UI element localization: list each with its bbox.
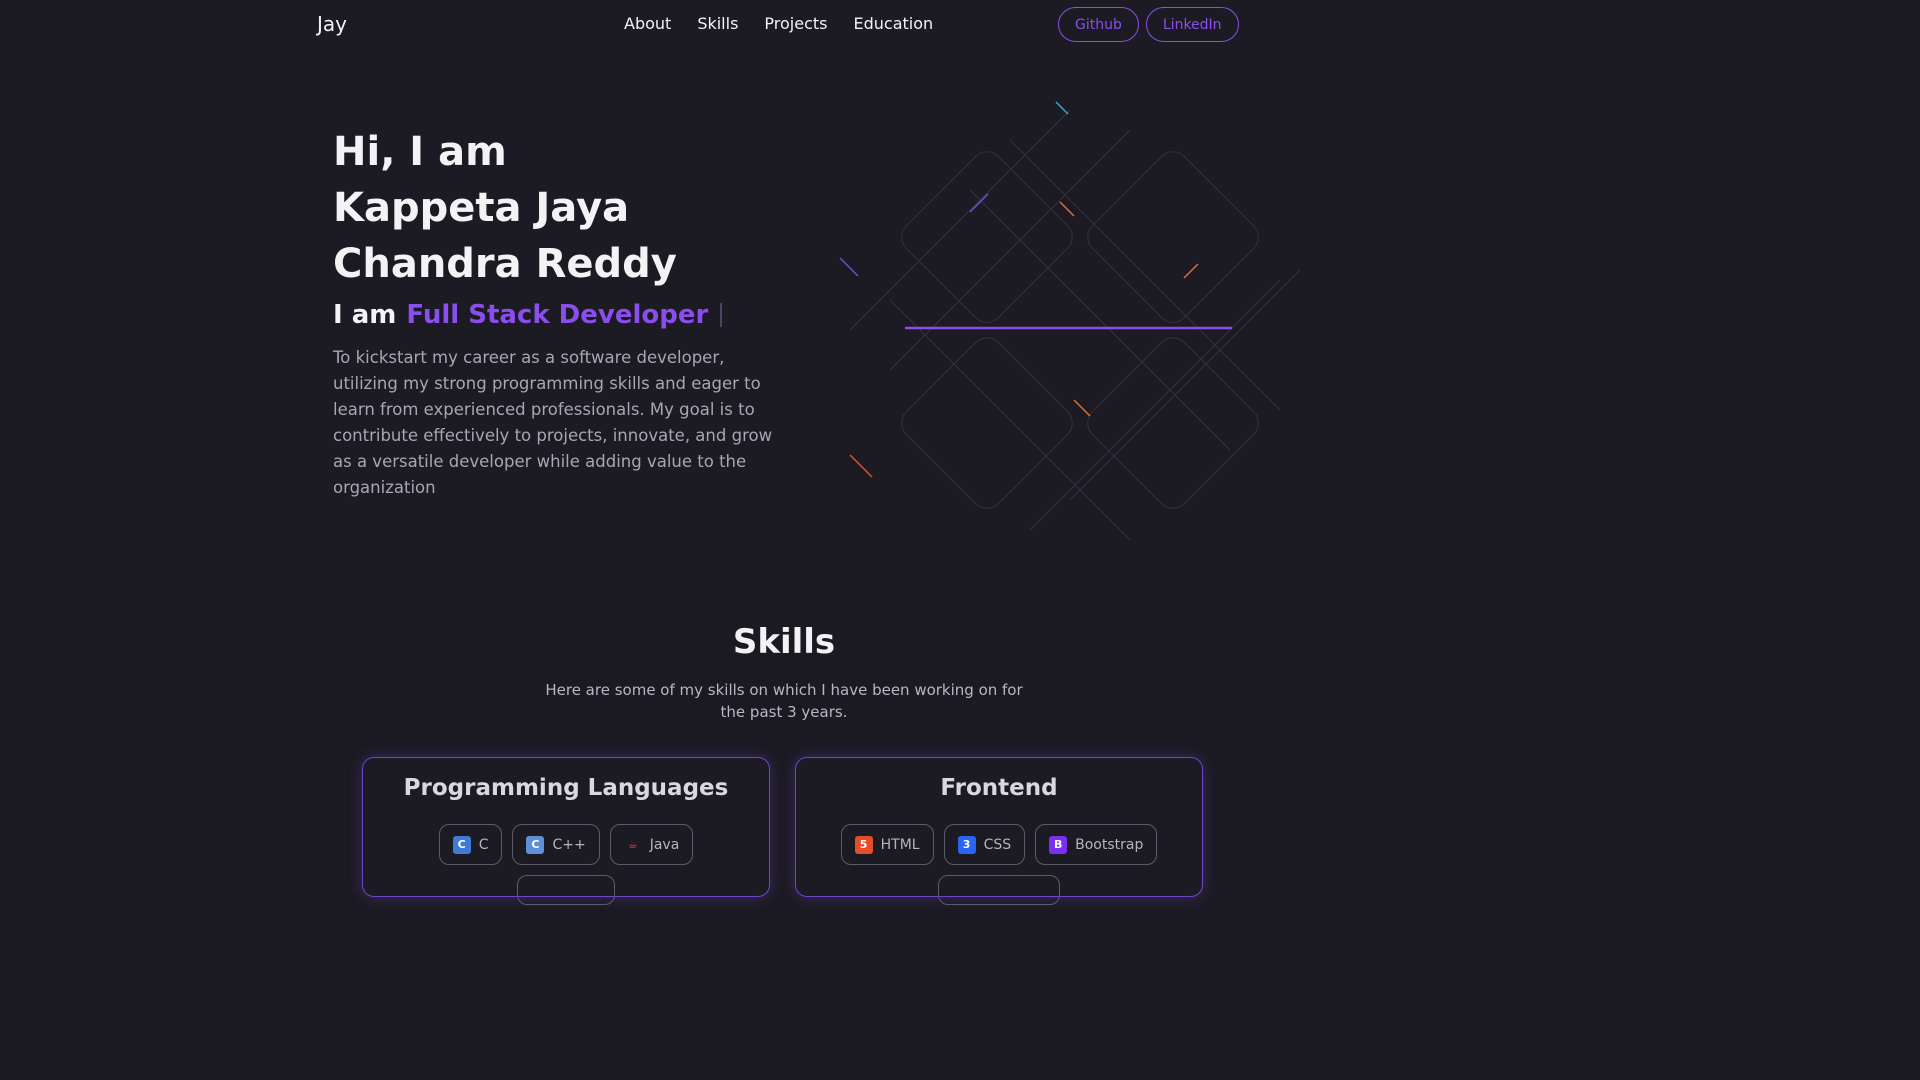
hero-title-line: Hi, I am (333, 129, 507, 175)
skill-chip-label: Bootstrap (1075, 836, 1144, 853)
hero-title-line: Chandra Reddy (333, 241, 677, 287)
skill-chips: C C C C++ ☕ Java (363, 824, 769, 865)
skill-chip-label: C (478, 836, 489, 853)
skill-chip-partial (517, 875, 615, 905)
role-prefix: I am (333, 300, 397, 330)
hero-decoration-graphic (839, 101, 1300, 541)
skill-card-programming-languages: Programming Languages C C C C++ ☕ Java (362, 757, 770, 905)
skill-chip-label: Java (649, 836, 680, 853)
skill-chip-cpp: C C++ (512, 824, 600, 865)
skill-chip-css: 3 CSS (943, 824, 1026, 865)
skill-chip-bootstrap: B Bootstrap (1035, 824, 1158, 865)
role-typed-text: Full Stack Developer (406, 300, 709, 330)
brand-logo[interactable]: Jay (317, 12, 347, 36)
css3-icon: 3 (957, 835, 976, 854)
skills-subtitle: Here are some of my skills on which I ha… (545, 681, 1023, 721)
skill-chip-label: HTML (880, 836, 920, 853)
skills-title: Skills (732, 622, 836, 662)
navbar: Jay About Skills Projects Education Gith… (0, 0, 1568, 50)
bootstrap-icon: B (1049, 835, 1068, 854)
c-logo-icon: C (452, 835, 471, 854)
skill-card-frontend: Frontend 5 HTML 3 CSS B Bootstrap (795, 757, 1203, 905)
nav-link-projects[interactable]: Projects (764, 14, 827, 33)
nav-link-skills[interactable]: Skills (697, 14, 738, 33)
cpp-logo-icon: C (526, 835, 545, 854)
skill-chip-html: 5 HTML (840, 824, 934, 865)
role-line: I am Full Stack Developer (333, 300, 723, 330)
linkedin-button[interactable]: LinkedIn (1145, 7, 1239, 42)
skills-section: Skills Here are some of my skills on whi… (0, 575, 1568, 905)
skill-chip-java: ☕ Java (609, 824, 694, 865)
skill-chip-label: C++ (552, 836, 586, 853)
hero-title-line: Kappeta Jaya (333, 185, 630, 231)
hero-section: Hi, I am Kappeta Jaya Chandra Reddy I am… (0, 50, 1568, 580)
github-button[interactable]: Github (1058, 7, 1139, 42)
skill-card-title: Programming Languages (403, 775, 729, 801)
nav-links: About Skills Projects Education (624, 14, 933, 33)
hero-title: Hi, I am Kappeta Jaya Chandra Reddy (333, 124, 793, 292)
java-logo-icon: ☕ (627, 838, 638, 851)
skill-chips: 5 HTML 3 CSS B Bootstrap (796, 824, 1202, 865)
skill-chip-partial (938, 875, 1060, 905)
intro-paragraph: To kickstart my career as a software dev… (333, 348, 773, 497)
skill-chip-label: CSS (983, 836, 1012, 853)
nav-buttons: Github LinkedIn (1058, 7, 1239, 42)
typing-cursor (720, 303, 723, 327)
skill-chip-c: C C (438, 824, 503, 865)
nav-link-education[interactable]: Education (853, 14, 933, 33)
nav-link-about[interactable]: About (624, 14, 671, 33)
html5-icon: 5 (854, 835, 873, 854)
section-curve (0, 575, 1568, 600)
skill-card-title: Frontend (940, 775, 1058, 801)
